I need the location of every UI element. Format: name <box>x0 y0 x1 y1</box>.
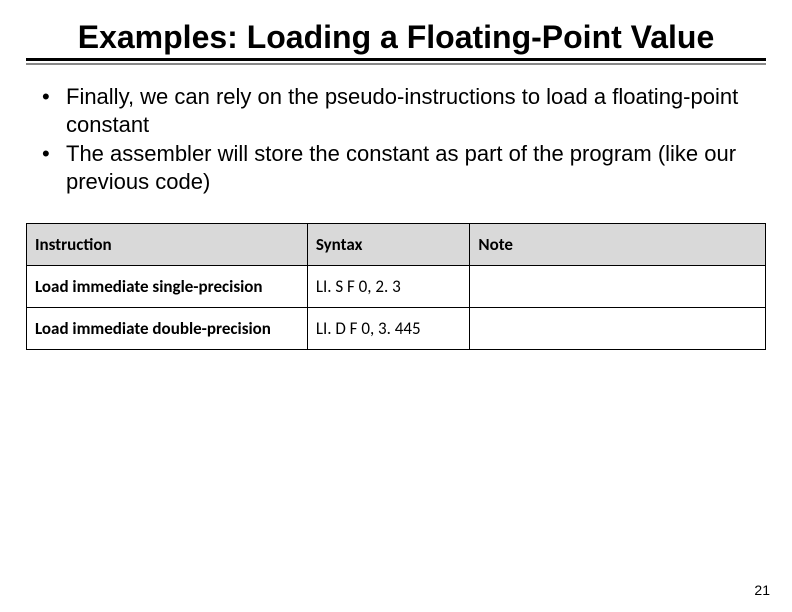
title-underline <box>26 58 766 61</box>
bullet-item: Finally, we can rely on the pseudo-instr… <box>42 83 772 138</box>
cell-instruction: Load immediate single-precision <box>27 266 308 308</box>
cell-note <box>470 308 766 350</box>
header-syntax: Syntax <box>307 224 470 266</box>
cell-note <box>470 266 766 308</box>
bullet-item: The assembler will store the constant as… <box>42 140 772 195</box>
cell-syntax: LI. D F 0, 3. 445 <box>307 308 470 350</box>
header-note: Note <box>470 224 766 266</box>
cell-instruction: Load immediate double-precision <box>27 308 308 350</box>
bullet-list: Finally, we can rely on the pseudo-instr… <box>20 83 772 195</box>
table-header-row: Instruction Syntax Note <box>27 224 766 266</box>
page-number: 21 <box>754 582 770 598</box>
table-row: Load immediate single-precision LI. S F … <box>27 266 766 308</box>
instruction-table: Instruction Syntax Note Load immediate s… <box>26 223 766 350</box>
slide-title: Examples: Loading a Floating-Point Value <box>20 18 772 56</box>
header-instruction: Instruction <box>27 224 308 266</box>
title-underline-shadow <box>26 63 766 65</box>
slide: Examples: Loading a Floating-Point Value… <box>0 0 792 612</box>
table-row: Load immediate double-precision LI. D F … <box>27 308 766 350</box>
cell-syntax: LI. S F 0, 2. 3 <box>307 266 470 308</box>
